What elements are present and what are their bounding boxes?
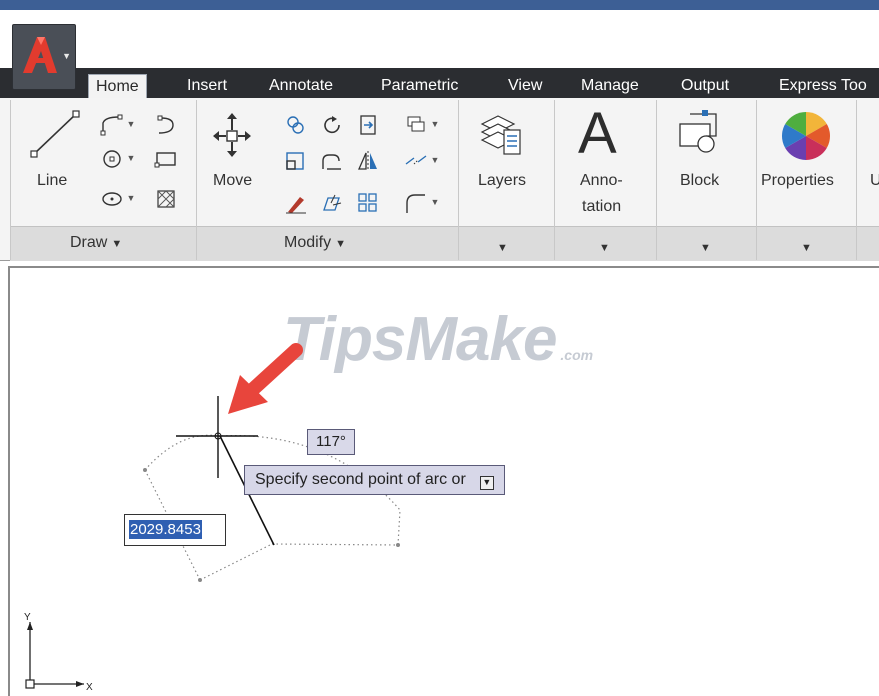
command-prompt-text: Specify second point of arc or [255,471,466,488]
ucs-y-label: Y [24,612,31,623]
down-arrow-icon[interactable]: ▼ [479,476,494,490]
grip-point[interactable] [198,578,202,582]
ucs-x-label: X [86,682,93,693]
arc-preview [144,434,221,471]
grip-point[interactable] [396,543,400,547]
grip-point[interactable] [143,468,147,472]
rubber-band-line [199,543,273,581]
red-arrow-icon [228,343,303,414]
angle-tooltip: 117° [307,429,355,455]
command-prompt-tooltip: Specify second point of arc or ▼ [244,465,505,495]
ucs-icon [25,622,84,689]
rubber-band-line [271,543,399,546]
drawing-geometry [25,343,401,689]
length-input-value[interactable]: 2029.8453 [129,520,202,539]
dynamic-length-input[interactable]: 2029.8453 [124,514,226,546]
